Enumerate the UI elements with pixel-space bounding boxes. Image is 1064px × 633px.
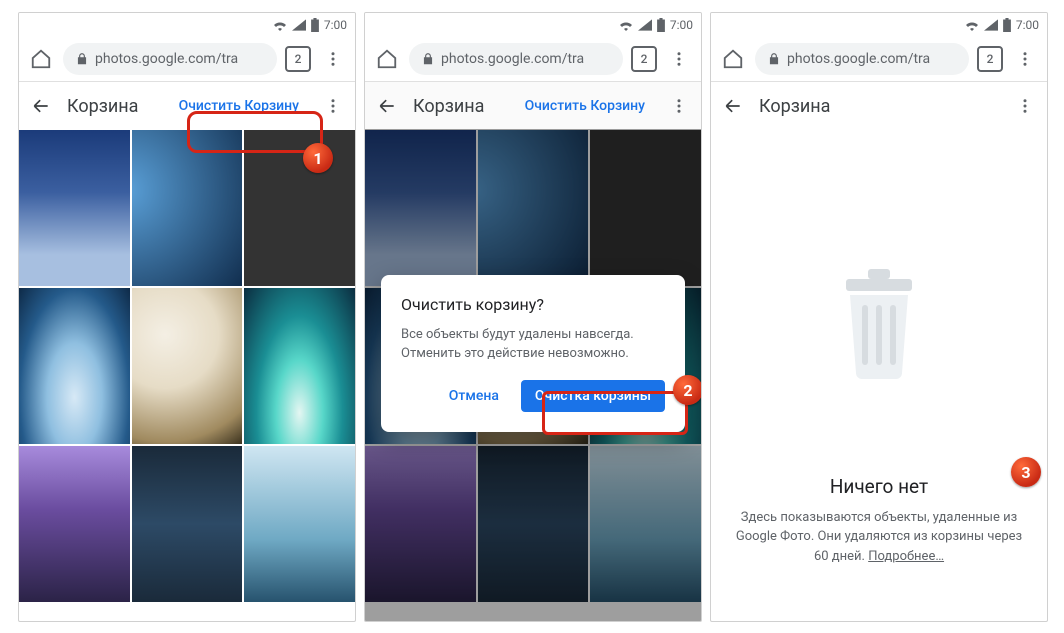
more-vert-icon <box>670 97 688 115</box>
trash-toolbar: Корзина Очистить Корзину <box>365 82 701 130</box>
screenshot-step-3: 7:00 photos.google.com/tra 2 Корзина <box>710 12 1048 622</box>
trash-toolbar: Корзина <box>711 82 1047 130</box>
clock: 7:00 <box>670 18 693 32</box>
photo-thumb[interactable] <box>19 130 130 286</box>
url-text: photos.google.com/tra <box>95 51 238 67</box>
url-bar[interactable]: photos.google.com/tra <box>63 43 277 75</box>
url-text: photos.google.com/tra <box>787 51 930 67</box>
wifi-icon <box>272 19 288 31</box>
dialog-body: Все объекты будут удалены навсегда. Отме… <box>401 326 665 364</box>
tab-switcher[interactable]: 2 <box>631 46 657 72</box>
empty-title: Ничего нет <box>830 475 928 498</box>
url-text: photos.google.com/tra <box>441 51 584 67</box>
arrow-back-icon <box>377 96 397 116</box>
home-icon <box>30 48 52 70</box>
learn-more-link[interactable]: Подробнее… <box>868 549 944 564</box>
lock-icon <box>75 52 89 66</box>
browser-menu-button[interactable] <box>1011 45 1039 73</box>
battery-icon <box>656 18 666 32</box>
clock: 7:00 <box>1016 18 1039 32</box>
lock-icon <box>421 52 435 66</box>
photo-thumb[interactable] <box>132 130 243 286</box>
page-menu-button[interactable] <box>665 92 693 120</box>
status-bar: 7:00 <box>19 13 355 37</box>
home-icon <box>376 48 398 70</box>
back-button[interactable] <box>373 92 401 120</box>
dialog-title: Очистить корзину? <box>401 295 665 314</box>
lock-icon <box>767 52 781 66</box>
trash-photo-grid <box>19 130 355 602</box>
photo-thumb[interactable] <box>244 130 355 286</box>
photo-thumb[interactable] <box>132 446 243 602</box>
status-bar: 7:00 <box>711 13 1047 37</box>
browser-address-bar: photos.google.com/tra 2 <box>19 37 355 82</box>
back-button[interactable] <box>719 92 747 120</box>
page-title: Корзина <box>759 96 830 117</box>
url-bar[interactable]: photos.google.com/tra <box>755 43 969 75</box>
status-bar: 7:00 <box>365 13 701 37</box>
more-vert-icon <box>1016 97 1034 115</box>
photo-thumb[interactable] <box>244 446 355 602</box>
home-icon <box>722 48 744 70</box>
trash-illustration <box>824 255 934 385</box>
photo-thumb[interactable] <box>19 288 130 444</box>
page-title: Корзина <box>413 96 484 117</box>
back-button[interactable] <box>27 92 55 120</box>
empty-state: Ничего нет Здесь показываются объекты, у… <box>711 130 1047 622</box>
arrow-back-icon <box>723 96 743 116</box>
url-bar[interactable]: photos.google.com/tra <box>409 43 623 75</box>
empty-trash-dialog: Очистить корзину? Все объекты будут удал… <box>381 275 685 432</box>
arrow-back-icon <box>31 96 51 116</box>
cell-signal-icon <box>638 19 652 31</box>
battery-icon <box>310 18 320 32</box>
home-button[interactable] <box>719 45 747 73</box>
photo-thumb[interactable] <box>132 288 243 444</box>
cancel-button[interactable]: Отмена <box>435 380 513 412</box>
clock: 7:00 <box>324 18 347 32</box>
page-menu-button[interactable] <box>1011 92 1039 120</box>
more-vert-icon <box>670 50 688 68</box>
browser-address-bar: photos.google.com/tra 2 <box>365 37 701 82</box>
home-button[interactable] <box>373 45 401 73</box>
wifi-icon <box>964 19 980 31</box>
photo-thumb[interactable] <box>19 446 130 602</box>
photo-thumb[interactable] <box>244 288 355 444</box>
tab-switcher[interactable]: 2 <box>977 46 1003 72</box>
tab-switcher[interactable]: 2 <box>285 46 311 72</box>
empty-trash-button[interactable]: Очистить Корзину <box>517 92 653 120</box>
screenshot-step-2: 7:00 photos.google.com/tra 2 Корзина Очи… <box>364 12 702 622</box>
browser-menu-button[interactable] <box>665 45 693 73</box>
confirm-empty-button[interactable]: Очистка корзины <box>521 380 665 412</box>
screenshot-step-1: 7:00 photos.google.com/tra 2 Корзина Очи… <box>18 12 356 622</box>
empty-trash-button[interactable]: Очистить Корзину <box>171 92 307 120</box>
page-menu-button[interactable] <box>319 92 347 120</box>
trash-toolbar: Корзина Очистить Корзину <box>19 82 355 130</box>
cell-signal-icon <box>292 19 306 31</box>
cell-signal-icon <box>984 19 998 31</box>
more-vert-icon <box>324 50 342 68</box>
browser-address-bar: photos.google.com/tra 2 <box>711 37 1047 82</box>
page-title: Корзина <box>67 96 138 117</box>
home-button[interactable] <box>27 45 55 73</box>
wifi-icon <box>618 19 634 31</box>
battery-icon <box>1002 18 1012 32</box>
empty-body: Здесь показываются объекты, удаленные из… <box>731 508 1027 567</box>
more-vert-icon <box>324 97 342 115</box>
more-vert-icon <box>1016 50 1034 68</box>
browser-menu-button[interactable] <box>319 45 347 73</box>
